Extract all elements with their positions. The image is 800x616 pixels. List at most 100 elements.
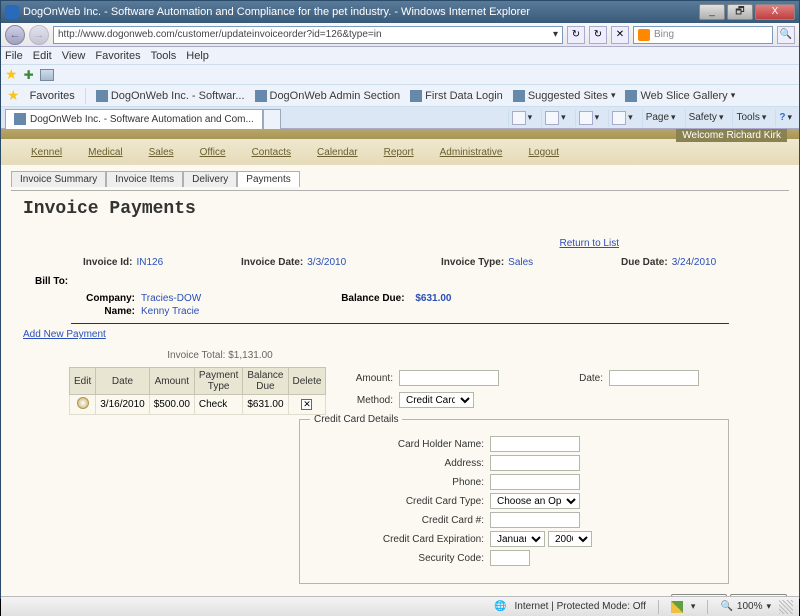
resize-grip[interactable] bbox=[779, 600, 793, 614]
page-title: Invoice Payments bbox=[23, 199, 789, 219]
payments-table: Edit Date Amount Payment Type Balance Du… bbox=[69, 367, 326, 415]
search-go-button[interactable]: 🔍 bbox=[777, 26, 795, 44]
zoom-chevron-icon[interactable]: ▾ bbox=[766, 601, 771, 612]
return-to-list-link[interactable]: Return to List bbox=[560, 238, 619, 249]
method-select[interactable]: Credit Card bbox=[399, 392, 474, 408]
menu-view[interactable]: View bbox=[62, 50, 86, 62]
th-amount: Amount bbox=[149, 368, 194, 395]
method-label: Method: bbox=[299, 395, 399, 406]
safety-menu[interactable]: Safety▾ bbox=[685, 109, 727, 127]
ccnum-input[interactable] bbox=[490, 512, 580, 528]
credit-card-fieldset: Credit Card Details Card Holder Name: Ad… bbox=[299, 414, 729, 584]
seccode-input[interactable] bbox=[490, 550, 530, 566]
mail-button[interactable]: ▾ bbox=[575, 109, 603, 127]
tab-invoice-summary[interactable]: Invoice Summary bbox=[11, 171, 106, 187]
search-box[interactable]: Bing bbox=[633, 26, 773, 44]
tab-invoice-items[interactable]: Invoice Items bbox=[106, 171, 183, 187]
nav-logout[interactable]: Logout bbox=[528, 147, 559, 158]
tab-payments[interactable]: Payments bbox=[237, 171, 299, 187]
nav-report[interactable]: Report bbox=[384, 147, 414, 158]
favlink-4[interactable]: Web Slice Gallery▾ bbox=[625, 90, 735, 102]
menu-edit[interactable]: Edit bbox=[33, 50, 52, 62]
help-button[interactable]: ?▾ bbox=[775, 109, 795, 127]
name-label: Name: bbox=[71, 306, 141, 317]
page-icon bbox=[96, 90, 108, 102]
new-tab-button[interactable] bbox=[263, 109, 281, 129]
date-input[interactable] bbox=[609, 370, 699, 386]
browser-tab[interactable]: DogOnWeb Inc. - Software Automation and … bbox=[5, 109, 263, 129]
address-input[interactable] bbox=[490, 455, 580, 471]
company-value: Tracies-DOW bbox=[141, 293, 201, 304]
exp-month-select[interactable]: January bbox=[490, 531, 545, 547]
favorites-star2-icon[interactable]: ★ bbox=[7, 87, 20, 104]
print-button[interactable]: ▾ bbox=[608, 109, 636, 127]
menu-help[interactable]: Help bbox=[186, 50, 209, 62]
feed-icon bbox=[545, 111, 559, 125]
invoice-type-label: Invoice Type: bbox=[441, 257, 504, 268]
phone-input[interactable] bbox=[490, 474, 580, 490]
favlink-1[interactable]: DogOnWeb Admin Section bbox=[255, 90, 401, 102]
favlink-0[interactable]: DogOnWeb Inc. - Softwar... bbox=[96, 90, 245, 102]
maximize-button[interactable]: 🗗 bbox=[727, 4, 753, 20]
seccode-label: Security Code: bbox=[310, 553, 490, 564]
refresh-button[interactable]: ↻ bbox=[567, 26, 585, 44]
bing-icon bbox=[638, 29, 650, 41]
cell-bal: $631.00 bbox=[243, 395, 288, 415]
shield-icon[interactable] bbox=[671, 601, 683, 613]
cctype-select[interactable]: Choose an Option bbox=[490, 493, 580, 509]
nav-admin[interactable]: Administrative bbox=[440, 147, 503, 158]
nav-medical[interactable]: Medical bbox=[88, 147, 122, 158]
back-button[interactable]: ← bbox=[5, 25, 25, 45]
cancel-button[interactable]: Cancel bbox=[730, 594, 786, 596]
balance-due-value: $631.00 bbox=[415, 293, 451, 304]
menu-tools[interactable]: Tools bbox=[151, 50, 177, 62]
company-label: Company: bbox=[71, 293, 141, 304]
address-bar[interactable]: http://www.dogonweb.com/customer/updatei… bbox=[53, 26, 563, 44]
stop-button[interactable]: ✕ bbox=[611, 26, 629, 44]
menu-favorites[interactable]: Favorites bbox=[95, 50, 140, 62]
feeds-button[interactable]: ▾ bbox=[541, 109, 569, 127]
zoom-icon[interactable]: 🔍 bbox=[720, 601, 732, 612]
tools-menu[interactable]: Tools▾ bbox=[732, 109, 769, 127]
forward-button[interactable]: → bbox=[29, 25, 49, 45]
refresh2-button[interactable]: ↻ bbox=[589, 26, 607, 44]
invoice-type: Sales bbox=[508, 257, 533, 268]
nav-sales[interactable]: Sales bbox=[149, 147, 174, 158]
nav-contacts[interactable]: Contacts bbox=[252, 147, 291, 158]
favlink-2[interactable]: First Data Login bbox=[410, 90, 503, 102]
submit-button[interactable]: Submit bbox=[671, 594, 727, 596]
site-nav: Kennel Medical Sales Office Contacts Cal… bbox=[1, 139, 799, 165]
cell-ptype: Check bbox=[194, 395, 242, 415]
address-label: Address: bbox=[310, 458, 490, 469]
menu-file[interactable]: File bbox=[5, 50, 23, 62]
add-new-payment-link[interactable]: Add New Payment bbox=[23, 329, 106, 340]
nav-office[interactable]: Office bbox=[200, 147, 226, 158]
tab-delivery[interactable]: Delivery bbox=[183, 171, 237, 187]
amount-input[interactable] bbox=[399, 370, 499, 386]
nav-kennel[interactable]: Kennel bbox=[31, 147, 62, 158]
mail-icon bbox=[579, 111, 593, 125]
home-button[interactable]: ▾ bbox=[508, 109, 536, 127]
close-button[interactable]: X bbox=[755, 4, 795, 20]
holder-input[interactable] bbox=[490, 436, 580, 452]
page-icon bbox=[255, 90, 267, 102]
page-menu[interactable]: Page▾ bbox=[642, 109, 679, 127]
tab-favicon bbox=[14, 113, 26, 125]
cctype-label: Credit Card Type: bbox=[310, 496, 490, 507]
table-row: 3/16/2010 $500.00 Check $631.00 ✕ bbox=[70, 395, 326, 415]
page-icon bbox=[625, 90, 637, 102]
url-dropdown-icon[interactable]: ▾ bbox=[549, 29, 558, 40]
minimize-button[interactable]: _ bbox=[699, 4, 725, 20]
nav-calendar[interactable]: Calendar bbox=[317, 147, 358, 158]
shield-chevron-icon[interactable]: ▾ bbox=[691, 601, 696, 612]
due-date-label: Due Date: bbox=[621, 257, 668, 268]
cc-legend: Credit Card Details bbox=[310, 414, 402, 425]
add-favorite-icon[interactable]: ✚ bbox=[24, 68, 34, 82]
exp-year-select[interactable]: 2006 bbox=[548, 531, 592, 547]
favlink-3[interactable]: Suggested Sites▾ bbox=[513, 90, 616, 102]
favorites-star-icon[interactable]: ★ bbox=[5, 66, 18, 83]
edit-icon[interactable] bbox=[77, 397, 89, 409]
balance-due-label: Balance Due: bbox=[341, 293, 404, 304]
slideshow-icon[interactable] bbox=[40, 69, 54, 81]
url-text: http://www.dogonweb.com/customer/updatei… bbox=[58, 29, 382, 40]
